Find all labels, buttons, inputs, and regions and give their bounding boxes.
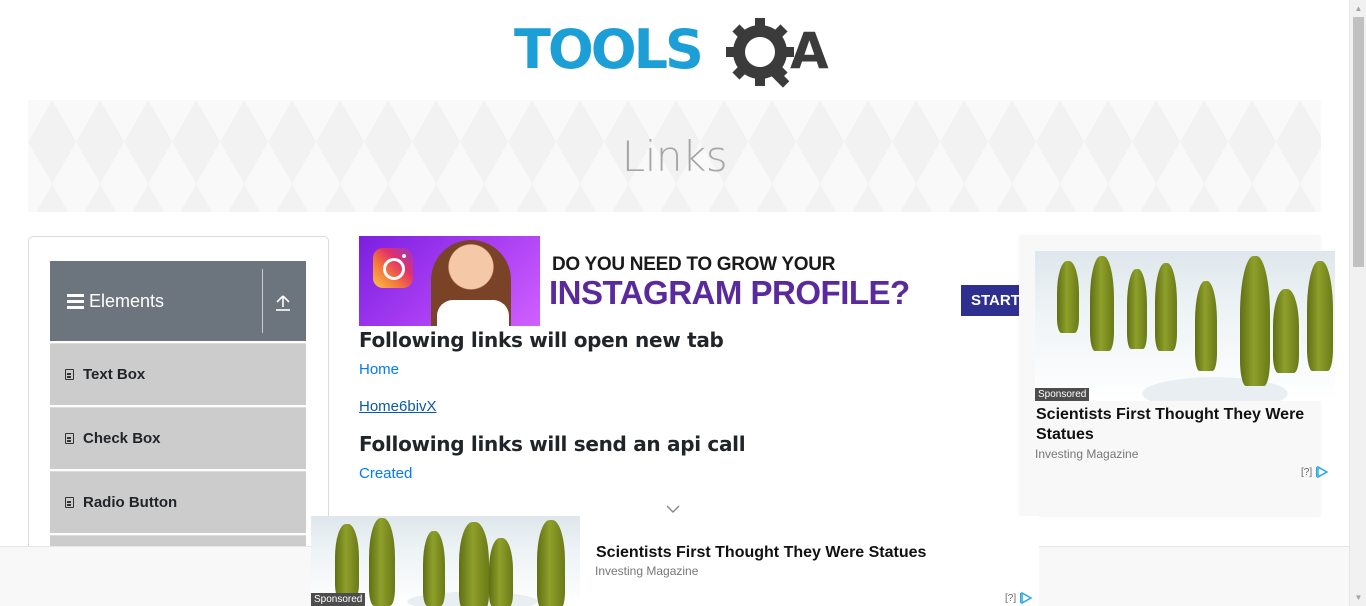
document-icon [65, 433, 74, 444]
sidebar-item-label: Check Box [83, 430, 161, 447]
ad-line2: INSTAGRAM PROFILE? [549, 274, 910, 311]
upload-icon[interactable] [275, 294, 291, 312]
sidebar-item-check-box[interactable]: Check Box [50, 407, 306, 469]
sidebar: Elements Text Box Check Box Radio Button [28, 236, 329, 566]
instagram-icon [373, 248, 413, 288]
ad-headline[interactable]: Scientists First Thought They Were Statu… [1036, 405, 1316, 445]
ad-source[interactable]: Investing Magazine [595, 564, 698, 578]
instagram-ad-banner[interactable]: DO YOU NEED TO GROW YOUR INSTAGRAM PROFI… [359, 236, 1019, 326]
scrollbar-thumb[interactable] [1353, 17, 1364, 267]
element-menu-list: Text Box Check Box Radio Button [50, 343, 306, 565]
ad-line1: DO YOU NEED TO GROW YOUR [552, 254, 836, 275]
toolsqa-logo[interactable]: TOOLS A [514, 16, 838, 90]
header-divider [262, 269, 263, 333]
right-sponsored-ad[interactable]: Sponsored Scientists First Thought They … [1020, 236, 1335, 516]
adchoices-icon [1020, 592, 1033, 604]
section-title-api-call: Following links will send an api call [359, 432, 746, 456]
chevron-down-icon[interactable] [666, 502, 680, 514]
ad-source[interactable]: Investing Magazine [1035, 447, 1138, 461]
ad-photo [359, 236, 540, 326]
bottom-sponsored-ad[interactable]: Sponsored Scientists First Thought They … [311, 516, 1039, 606]
page-banner: Links [28, 100, 1321, 212]
section-title-new-tab: Following links will open new tab [359, 328, 724, 352]
document-icon [65, 369, 74, 380]
ad-image: Sponsored [311, 516, 580, 606]
link-home[interactable]: Home [359, 361, 999, 378]
adchoices-control[interactable]: [?] [1301, 466, 1329, 478]
sidebar-item-radio-button[interactable]: Radio Button [50, 471, 306, 533]
sponsored-badge: Sponsored [1035, 388, 1090, 401]
sponsored-badge: Sponsored [311, 593, 366, 606]
sidebar-item-label: Text Box [83, 366, 146, 383]
page-title: Links [621, 131, 728, 181]
ad-headline[interactable]: Scientists First Thought They Were Statu… [596, 544, 926, 562]
ad-image: Sponsored [1035, 251, 1335, 401]
sidebar-item-text-box[interactable]: Text Box [50, 343, 306, 405]
links-content: Following links will open new tab Home H… [359, 326, 999, 482]
group-title: Elements [89, 290, 165, 311]
scroll-down-arrow-icon[interactable]: ▼ [1350, 589, 1366, 606]
gear-icon [726, 18, 794, 88]
link-home-dynamic[interactable]: Home6bivX [359, 398, 999, 415]
page-scrollbar[interactable]: ▲ ▼ [1349, 0, 1366, 606]
group-header-elements[interactable]: Elements [50, 261, 306, 341]
adchoices-icon [1316, 466, 1329, 478]
link-created[interactable]: Created [359, 465, 999, 482]
sidebar-item-label: Radio Button [83, 494, 178, 511]
scroll-up-arrow-icon[interactable]: ▲ [1350, 0, 1366, 17]
hamburger-icon [67, 293, 84, 309]
adchoices-control[interactable]: [?] [1005, 592, 1033, 604]
ad-start-button[interactable]: START [961, 285, 1019, 316]
logo-text-a: A [790, 22, 829, 80]
document-icon [65, 497, 74, 508]
logo-text-tools: TOOLS [514, 18, 701, 81]
